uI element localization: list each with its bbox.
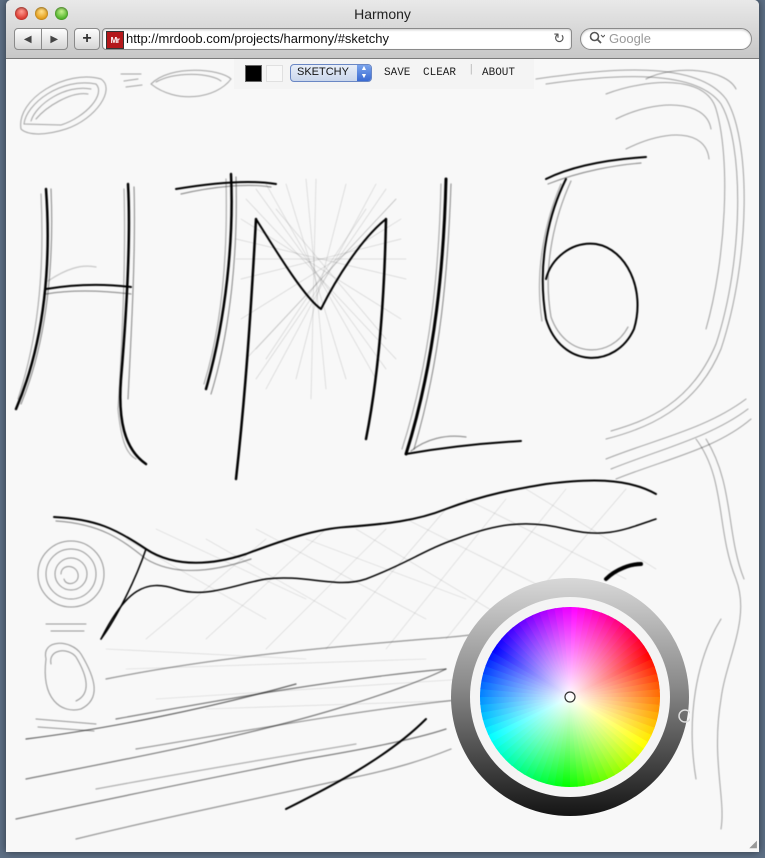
sketch-letter-h <box>14 182 148 466</box>
harmony-toolbar: SKETCHY ▲ ▼ SAVE CLEAR | ABOUT <box>234 59 534 89</box>
search-icon[interactable] <box>589 31 606 48</box>
nav-buttons: ◀ ▶ <box>14 28 68 50</box>
back-arrow-icon[interactable]: ◀ <box>15 29 42 49</box>
reload-icon[interactable]: ↻ <box>553 30 565 47</box>
site-favicon: Mr <box>106 31 124 49</box>
about-link[interactable]: ABOUT <box>482 67 515 79</box>
window-title: Harmony <box>354 6 411 22</box>
url-text[interactable]: http://mrdoob.com/projects/harmony/#sket… <box>126 31 389 46</box>
resize-grip-icon[interactable]: ◢ <box>749 839 757 850</box>
sketch-left-swirls <box>35 540 105 732</box>
brush-select[interactable]: SKETCHY ▲ ▼ <box>290 64 372 82</box>
chevron-updown-icon: ▲ ▼ <box>357 65 371 81</box>
search-placeholder: Google <box>609 31 651 46</box>
browser-window: Harmony ◀ ▶ + Mr http://mrdoob.com/proje… <box>6 0 759 852</box>
brush-select-value: SKETCHY <box>297 66 349 78</box>
add-icon[interactable]: + <box>74 28 100 50</box>
address-bar[interactable]: Mr http://mrdoob.com/projects/harmony/#s… <box>102 28 572 50</box>
sketch-letter-m <box>234 178 407 481</box>
drawing-canvas[interactable]: SKETCHY ▲ ▼ SAVE CLEAR | ABOUT ◢ <box>6 59 759 852</box>
color-wheel-picker[interactable] <box>450 577 690 817</box>
sketch-swirl-topleft <box>20 69 232 135</box>
save-button[interactable]: SAVE <box>384 67 410 79</box>
foreground-color-swatch[interactable] <box>245 65 262 82</box>
toolbar-separator: | <box>468 64 475 76</box>
background-color-swatch[interactable] <box>266 65 283 82</box>
sketch-letter-t <box>175 172 277 395</box>
clear-button[interactable]: CLEAR <box>423 67 456 79</box>
sketch-letter-l <box>401 177 522 456</box>
title-bar: Harmony ◀ ▶ + Mr http://mrdoob.com/proje… <box>6 0 759 59</box>
search-input[interactable]: Google <box>580 28 752 50</box>
forward-arrow-icon[interactable]: ▶ <box>42 29 68 49</box>
sketch-digit-5 <box>538 156 647 359</box>
